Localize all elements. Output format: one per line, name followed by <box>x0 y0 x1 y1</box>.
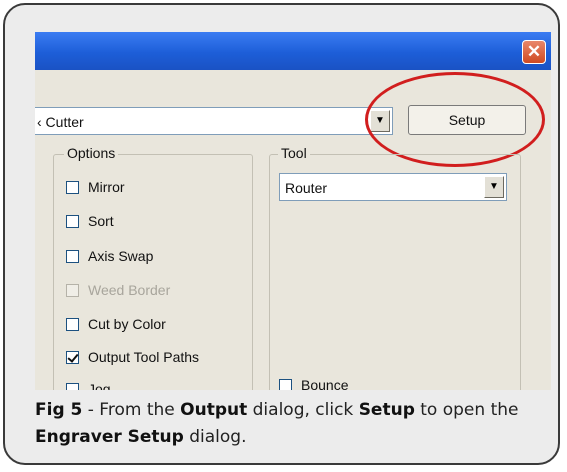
caption-text: dialog. <box>183 427 247 447</box>
caption-fig-number: Fig 5 <box>35 400 83 420</box>
close-icon: ✕ <box>526 42 542 61</box>
checkbox-box[interactable] <box>66 317 79 331</box>
caption-text: - From the <box>82 400 181 420</box>
figure-caption: Fig 5 - From the Output dialog, click Se… <box>35 397 545 451</box>
checkbox-box[interactable] <box>66 214 79 228</box>
checkbox-label: Cut by Color <box>88 316 166 332</box>
axis-swap-checkbox[interactable]: Axis Swap <box>66 246 153 266</box>
options-group-title: Options <box>64 145 119 161</box>
close-button[interactable]: ✕ <box>522 40 546 64</box>
checkbox-label: Mirror <box>88 179 125 195</box>
checkbox-box[interactable] <box>66 180 79 194</box>
tool-select[interactable]: Router ▼ <box>279 173 507 201</box>
checkbox-label: Bounce <box>301 377 349 390</box>
bounce-checkbox[interactable]: Bounce <box>279 377 348 390</box>
checkbox-label: Jog <box>88 381 111 390</box>
caption-bold-output: Output <box>180 400 248 420</box>
checkbox-box[interactable] <box>279 378 292 390</box>
dialog-screenshot: ✕ ‹ Cutter ▼ Setup Options Mirror Sort A… <box>35 32 551 390</box>
weed-border-checkbox: Weed Border <box>66 280 170 300</box>
caption-text: to open the <box>414 400 519 420</box>
caption-text: dialog, click <box>247 400 359 420</box>
checkbox-label: Sort <box>88 213 114 229</box>
figure-card: ✕ ‹ Cutter ▼ Setup Options Mirror Sort A… <box>3 3 560 465</box>
jog-checkbox[interactable]: Jog <box>66 379 111 390</box>
checkbox-box[interactable] <box>66 249 79 263</box>
title-bar: ✕ <box>35 32 551 70</box>
checkbox-label: Weed Border <box>88 282 171 298</box>
tool-group-title: Tool <box>278 145 310 161</box>
sort-checkbox[interactable]: Sort <box>66 211 114 231</box>
output-device-value: ‹ Cutter <box>37 114 84 130</box>
tool-select-value: Router <box>285 180 328 196</box>
checkbox-box-checked[interactable] <box>66 350 79 364</box>
output-device-select[interactable]: ‹ Cutter ▼ <box>35 107 393 135</box>
checkbox-label: Axis Swap <box>88 248 154 264</box>
chevron-down-icon[interactable]: ▼ <box>484 176 504 198</box>
caption-bold-setup: Setup <box>358 400 415 420</box>
options-group: Options Mirror Sort Axis Swap Weed Borde… <box>53 145 253 390</box>
checkbox-box <box>66 283 79 297</box>
cut-by-color-checkbox[interactable]: Cut by Color <box>66 314 166 334</box>
mirror-checkbox[interactable]: Mirror <box>66 177 125 197</box>
checkbox-box[interactable] <box>66 382 79 390</box>
caption-bold-engraver-setup: Engraver Setup <box>35 427 184 447</box>
output-tool-paths-checkbox[interactable]: Output Tool Paths <box>66 347 199 367</box>
checkbox-label: Output Tool Paths <box>88 349 200 365</box>
highlight-circle <box>365 72 545 167</box>
